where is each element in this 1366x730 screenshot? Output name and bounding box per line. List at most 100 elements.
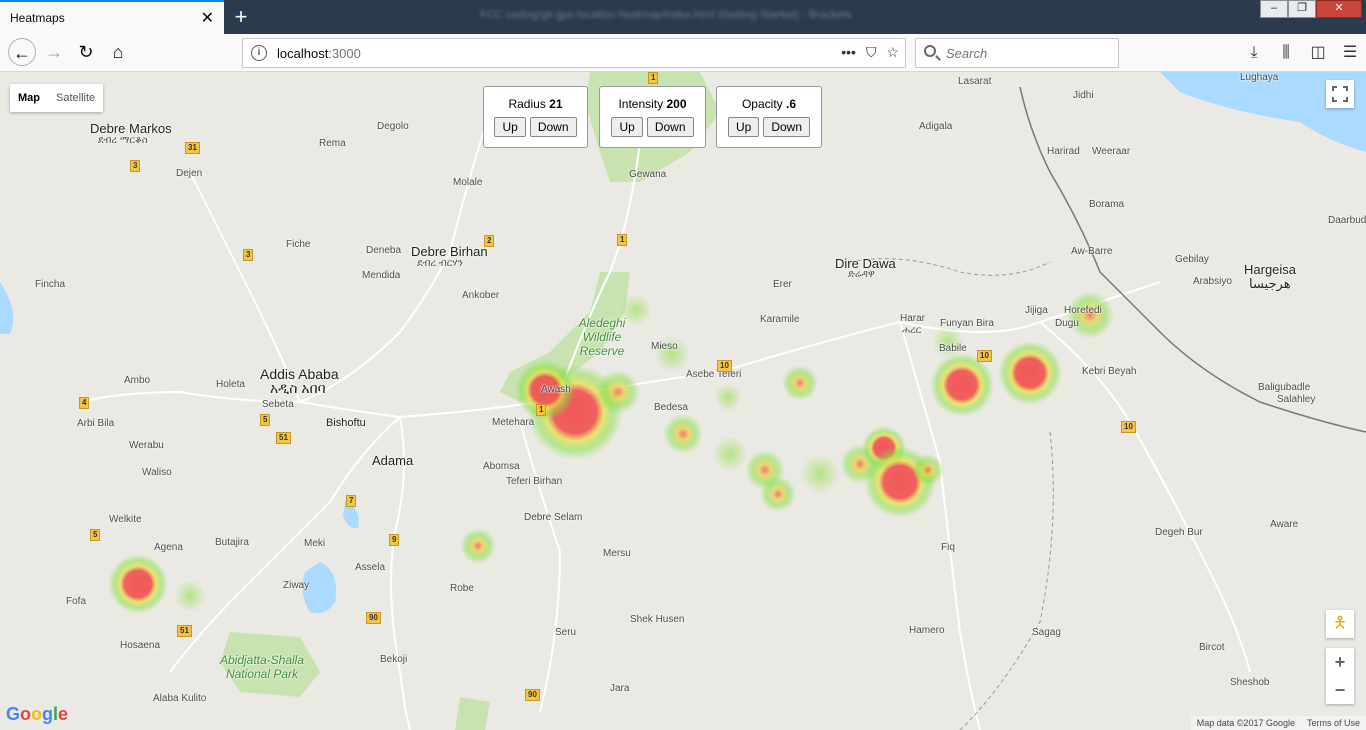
place-label: Hosaena (120, 640, 161, 651)
place-label: Debre Selam (524, 512, 583, 523)
close-window-button[interactable]: ✕ (1316, 0, 1362, 18)
library-icon[interactable]: ⫼ (1270, 34, 1302, 72)
road-shield: 1 (617, 234, 628, 246)
url-bar[interactable]: i localhost:3000 ••• ⛉ ☆ (242, 38, 906, 68)
place-label: Awash (541, 384, 571, 395)
place-label: Arbi Bila (77, 418, 115, 429)
place-label: Degeh Bur (1155, 527, 1203, 538)
place-label: Adama (372, 453, 414, 468)
fullscreen-button[interactable] (1326, 80, 1354, 108)
place-label: Harar (900, 313, 926, 324)
opacity-down-button[interactable]: Down (763, 117, 811, 137)
place-label: Waliso (142, 467, 172, 478)
url-actions: ••• ⛉ ☆ (841, 44, 899, 61)
road-shield: 90 (366, 612, 381, 624)
place-label: Funyan Bira (940, 318, 994, 329)
fullscreen-icon (1332, 86, 1348, 102)
place-label: Holeta (216, 379, 245, 390)
place-label: Seru (555, 627, 577, 638)
intensity-title: Intensity 200 (600, 97, 705, 111)
opacity-value: .6 (786, 97, 797, 111)
place-label: Jijiga (1025, 305, 1048, 316)
place-label: Mieso (651, 341, 678, 352)
info-icon[interactable]: i (251, 45, 267, 61)
search-input[interactable] (946, 46, 1106, 61)
place-label: Agena (154, 542, 183, 553)
map-type-satellite-button[interactable]: Satellite (48, 84, 103, 112)
new-tab-button[interactable]: + (230, 4, 252, 30)
download-icon[interactable]: ⤓ (1238, 34, 1270, 72)
place-label: Hamero (909, 625, 945, 636)
road-shield: 1 (648, 72, 659, 84)
back-button[interactable]: ← (8, 38, 36, 66)
intensity-value: 200 (666, 97, 687, 111)
tab-heatmaps[interactable]: Heatmaps ✕ (0, 0, 224, 34)
place-label: Arabsiyo (1193, 276, 1232, 287)
reload-button[interactable]: ↻ (72, 38, 100, 66)
place-label: Fofa (66, 596, 87, 607)
lake (0, 282, 14, 334)
search-bar[interactable] (915, 38, 1119, 68)
zoom-out-button[interactable]: − (1326, 676, 1354, 704)
place-label: Debre Birhan (411, 244, 488, 259)
radius-down-button[interactable]: Down (529, 117, 577, 137)
place-label: Salahley (1277, 394, 1316, 405)
place-label: Degolo (377, 121, 409, 132)
menu-icon[interactable]: ☰ (1334, 34, 1366, 72)
radius-up-button[interactable]: Up (494, 117, 526, 137)
url-text[interactable]: localhost:3000 (277, 46, 361, 61)
close-tab-icon[interactable]: ✕ (201, 8, 214, 28)
terms-link[interactable]: Terms of Use (1307, 716, 1360, 730)
place-label: Meki (304, 538, 326, 549)
url-host: localhost (277, 46, 329, 61)
place-label: Ziway (283, 580, 310, 591)
place-label: Bircot (1199, 642, 1225, 653)
maximize-button[interactable]: ❐ (1288, 0, 1316, 18)
map-canvas (0, 72, 1366, 730)
google-logo[interactable]: Google (6, 704, 68, 725)
place-label: Aware (1270, 519, 1299, 530)
road-shield: 31 (185, 142, 200, 154)
road-shield: 51 (276, 432, 291, 444)
more-actions-icon[interactable]: ••• (841, 44, 856, 61)
intensity-down-button[interactable]: Down (646, 117, 694, 137)
place-label: Weeraar (1092, 146, 1131, 157)
park-label: Abidjatta-Shalla National Park (219, 653, 305, 681)
sidebar-icon[interactable]: ◫ (1302, 34, 1334, 72)
map-type-map-button[interactable]: Map (10, 84, 48, 112)
window-controls: – ❐ ✕ (1260, 0, 1362, 18)
place-label: Assela (355, 562, 386, 573)
place-label: Horefedi (1064, 305, 1102, 316)
place-label: ደብረ ማርቆስ (98, 135, 148, 146)
place-label: Butajira (215, 537, 249, 548)
intensity-up-button[interactable]: Up (611, 117, 643, 137)
road-shield: 5 (90, 529, 101, 541)
map-type-control: Map Satellite (10, 84, 104, 112)
map-data-text: Map data ©2017 Google (1196, 718, 1295, 728)
pegman-icon[interactable]: 🯅 (1326, 610, 1354, 638)
place-label: Alaba Kulito (153, 693, 207, 704)
place-label: Mersu (603, 548, 631, 559)
zoom-in-button[interactable]: + (1326, 648, 1354, 676)
place-label: Borama (1089, 199, 1125, 210)
border (959, 431, 1054, 730)
park-area (455, 697, 490, 730)
place-label: Sebeta (262, 399, 294, 410)
place-label: Harirad (1047, 146, 1080, 157)
place-label: Aw-Barre (1071, 246, 1113, 257)
pocket-icon[interactable]: ⛉ (866, 44, 877, 61)
place-label: አዲስ አበባ (270, 380, 326, 396)
place-label: Ankober (462, 290, 500, 301)
place-label: Sheshob (1230, 677, 1270, 688)
road-shield: 10 (717, 360, 732, 372)
radius-title: Radius 21 (484, 97, 587, 111)
bookmark-star-icon[interactable]: ☆ (886, 44, 899, 61)
road-shield: 51 (177, 625, 192, 637)
place-label: Jara (610, 683, 630, 694)
forward-button[interactable]: → (40, 38, 68, 66)
map[interactable]: Debre Markos ደብረ ማርቆስ Degolo Rema Dejen … (0, 72, 1366, 730)
home-button[interactable]: ⌂ (104, 38, 132, 66)
minimize-button[interactable]: – (1260, 0, 1288, 18)
opacity-up-button[interactable]: Up (727, 117, 760, 137)
place-label: هرجيسا (1249, 276, 1291, 291)
